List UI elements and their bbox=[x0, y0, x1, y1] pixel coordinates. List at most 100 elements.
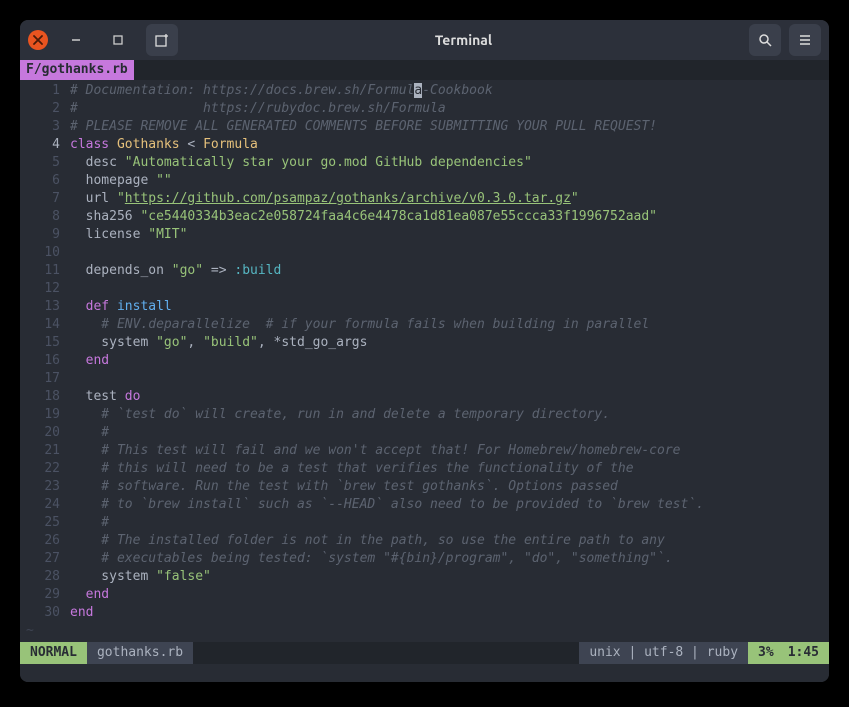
code-line[interactable]: 6 homepage "" bbox=[20, 172, 829, 190]
code-line[interactable]: 25 # bbox=[20, 514, 829, 532]
code-line[interactable]: 20 # bbox=[20, 424, 829, 442]
code-content: # PLEASE REMOVE ALL GENERATED COMMENTS B… bbox=[70, 118, 829, 136]
maximize-button[interactable] bbox=[104, 26, 132, 54]
code-content: # executables being tested: `system "#{b… bbox=[70, 550, 829, 568]
line-number: 18 bbox=[20, 388, 70, 406]
code-line[interactable]: 3# PLEASE REMOVE ALL GENERATED COMMENTS … bbox=[20, 118, 829, 136]
line-number: 20 bbox=[20, 424, 70, 442]
code-line[interactable]: 24 # to `brew install` such as `--HEAD` … bbox=[20, 496, 829, 514]
buffer-tab[interactable]: F/gothanks.rb bbox=[20, 60, 134, 80]
code-line[interactable]: 22 # this will need to be a test that ve… bbox=[20, 460, 829, 478]
status-position: 1:45 bbox=[784, 642, 829, 664]
code-content: test do bbox=[70, 388, 829, 406]
line-number: 1 bbox=[20, 82, 70, 100]
search-button[interactable] bbox=[749, 24, 781, 56]
line-number: 16 bbox=[20, 352, 70, 370]
window-title: Terminal bbox=[186, 32, 741, 48]
code-line[interactable]: 5 desc "Automatically star your go.mod G… bbox=[20, 154, 829, 172]
code-content: desc "Automatically star your go.mod Git… bbox=[70, 154, 829, 172]
code-line[interactable]: 10 bbox=[20, 244, 829, 262]
line-number: 19 bbox=[20, 406, 70, 424]
line-number: 11 bbox=[20, 262, 70, 280]
code-line[interactable]: 28 system "false" bbox=[20, 568, 829, 586]
line-number: 15 bbox=[20, 334, 70, 352]
code-line[interactable]: 7 url "https://github.com/psampaz/gothan… bbox=[20, 190, 829, 208]
buffer-tab-bar: F/gothanks.rb bbox=[20, 60, 829, 80]
status-filename: gothanks.rb bbox=[87, 642, 193, 664]
new-tab-button[interactable] bbox=[146, 24, 178, 56]
status-fileinfo: unix | utf-8 | ruby bbox=[579, 642, 748, 664]
menu-button[interactable] bbox=[789, 24, 821, 56]
code-line[interactable]: 29 end bbox=[20, 586, 829, 604]
code-line[interactable]: 1# Documentation: https://docs.brew.sh/F… bbox=[20, 82, 829, 100]
code-line[interactable]: 9 license "MIT" bbox=[20, 226, 829, 244]
line-number: 12 bbox=[20, 280, 70, 298]
code-content: class Gothanks < Formula bbox=[70, 136, 829, 154]
titlebar: Terminal bbox=[20, 20, 829, 60]
maximize-icon bbox=[113, 35, 123, 45]
code-line[interactable]: 15 system "go", "build", *std_go_args bbox=[20, 334, 829, 352]
code-content: system "false" bbox=[70, 568, 829, 586]
close-icon bbox=[33, 35, 43, 45]
code-content: # this will need to be a test that verif… bbox=[70, 460, 829, 478]
line-number: 2 bbox=[20, 100, 70, 118]
minimize-icon bbox=[70, 34, 82, 46]
code-content: depends_on "go" => :build bbox=[70, 262, 829, 280]
line-number: 28 bbox=[20, 568, 70, 586]
editor-area[interactable]: 1# Documentation: https://docs.brew.sh/F… bbox=[20, 80, 829, 642]
code-line[interactable]: 19 # `test do` will create, run in and d… bbox=[20, 406, 829, 424]
line-number: 30 bbox=[20, 604, 70, 622]
code-line[interactable]: 8 sha256 "ce5440334b3eac2e058724faa4c6e4… bbox=[20, 208, 829, 226]
line-number: 14 bbox=[20, 316, 70, 334]
line-number: 8 bbox=[20, 208, 70, 226]
code-content: # to `brew install` such as `--HEAD` als… bbox=[70, 496, 829, 514]
status-spacer bbox=[193, 642, 579, 664]
code-content: sha256 "ce5440334b3eac2e058724faa4c6e447… bbox=[70, 208, 829, 226]
line-number: 3 bbox=[20, 118, 70, 136]
command-line[interactable] bbox=[20, 664, 829, 682]
code-content: # bbox=[70, 514, 829, 532]
code-line[interactable]: 26 # The installed folder is not in the … bbox=[20, 532, 829, 550]
code-line[interactable]: 16 end bbox=[20, 352, 829, 370]
code-line[interactable]: 27 # executables being tested: `system "… bbox=[20, 550, 829, 568]
status-mode: NORMAL bbox=[20, 642, 87, 664]
code-line[interactable]: 2# https://rubydoc.brew.sh/Formula bbox=[20, 100, 829, 118]
code-line[interactable]: 17 bbox=[20, 370, 829, 388]
code-line[interactable]: 11 depends_on "go" => :build bbox=[20, 262, 829, 280]
status-percent: 3% bbox=[748, 642, 784, 664]
status-line: NORMAL gothanks.rb unix | utf-8 | ruby 3… bbox=[20, 642, 829, 664]
code-content: end bbox=[70, 604, 829, 622]
titlebar-right-controls bbox=[749, 24, 821, 56]
line-number: 5 bbox=[20, 154, 70, 172]
line-number: 23 bbox=[20, 478, 70, 496]
line-number: 4 bbox=[20, 136, 70, 154]
titlebar-left-controls bbox=[28, 24, 178, 56]
code-content: # software. Run the test with `brew test… bbox=[70, 478, 829, 496]
line-number: 25 bbox=[20, 514, 70, 532]
code-content: # The installed folder is not in the pat… bbox=[70, 532, 829, 550]
code-content: url "https://github.com/psampaz/gothanks… bbox=[70, 190, 829, 208]
code-line[interactable]: 13 def install bbox=[20, 298, 829, 316]
minimize-button[interactable] bbox=[62, 26, 90, 54]
line-number: 17 bbox=[20, 370, 70, 388]
line-number: 22 bbox=[20, 460, 70, 478]
line-number: 26 bbox=[20, 532, 70, 550]
code-content: # `test do` will create, run in and dele… bbox=[70, 406, 829, 424]
code-line[interactable]: 14 # ENV.deparallelize # if your formula… bbox=[20, 316, 829, 334]
line-number: 29 bbox=[20, 586, 70, 604]
code-content bbox=[70, 244, 829, 262]
code-line[interactable]: 18 test do bbox=[20, 388, 829, 406]
code-line[interactable]: 21 # This test will fail and we won't ac… bbox=[20, 442, 829, 460]
line-number: 24 bbox=[20, 496, 70, 514]
close-button[interactable] bbox=[28, 30, 48, 50]
line-number: 10 bbox=[20, 244, 70, 262]
code-content: license "MIT" bbox=[70, 226, 829, 244]
code-line[interactable]: 12 bbox=[20, 280, 829, 298]
code-content: # Documentation: https://docs.brew.sh/Fo… bbox=[70, 82, 829, 100]
code-content: end bbox=[70, 586, 829, 604]
code-line[interactable]: 23 # software. Run the test with `brew t… bbox=[20, 478, 829, 496]
line-number: 13 bbox=[20, 298, 70, 316]
code-content bbox=[70, 370, 829, 388]
code-line[interactable]: 4class Gothanks < Formula bbox=[20, 136, 829, 154]
code-line[interactable]: 30end bbox=[20, 604, 829, 622]
